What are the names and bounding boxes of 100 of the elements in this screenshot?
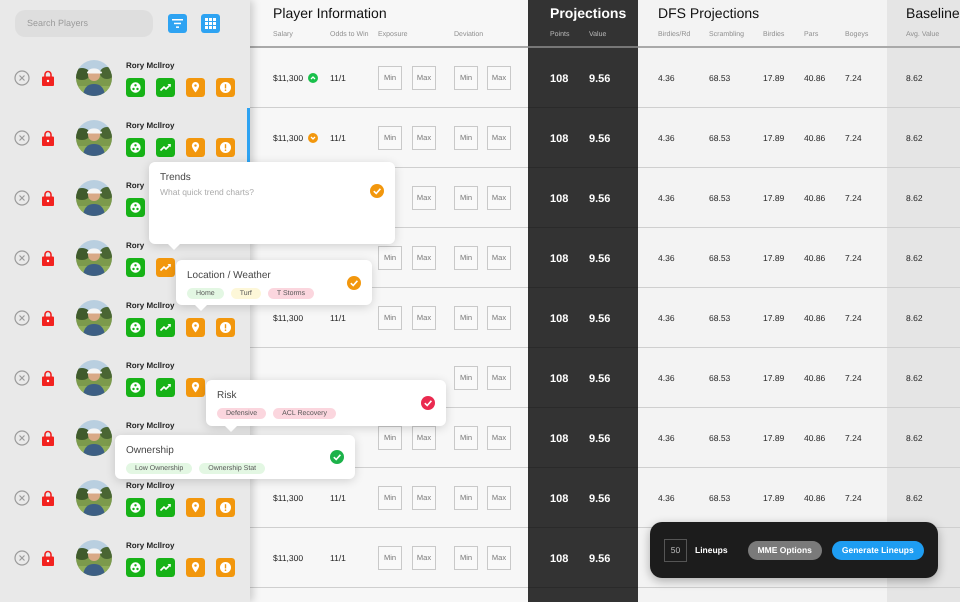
alert-icon[interactable] (216, 558, 235, 577)
lock-icon[interactable] (42, 250, 54, 266)
table-cell-text: 40.86 (804, 192, 826, 202)
remove-icon[interactable] (14, 250, 30, 266)
table-cell: 108 (550, 432, 568, 444)
table-cell: 9.56 (589, 312, 610, 324)
lock-icon[interactable] (42, 190, 54, 206)
remove-icon[interactable] (14, 550, 30, 566)
table-cell-text: 68.53 (709, 252, 732, 262)
table-cell-text: 40.86 (804, 432, 826, 442)
trend-icon[interactable] (156, 78, 175, 97)
trend-icon[interactable] (156, 258, 175, 277)
location-pin-icon[interactable] (186, 558, 205, 577)
people-icon[interactable] (126, 378, 145, 397)
table-cell: 9.56 (589, 192, 610, 204)
check-icon[interactable] (330, 450, 344, 464)
lock-icon[interactable] (42, 310, 54, 326)
popover-title: Ownership (126, 445, 175, 457)
lineup-count-field[interactable]: 50 (664, 538, 687, 562)
table-cell-text: 11/1 (330, 132, 347, 142)
table-cell: 108 (550, 492, 568, 504)
people-icon[interactable] (126, 138, 145, 157)
grid-view-button[interactable] (201, 14, 220, 32)
salary: $11,300 (273, 312, 304, 322)
section-title: Player Information (273, 5, 387, 21)
people-icon[interactable] (126, 498, 145, 517)
table-cell-text: 11/1 (330, 492, 347, 502)
alert-icon[interactable] (216, 498, 235, 517)
player-name: Rory Mcllroy (126, 421, 174, 431)
table-cell-text: 68.53 (709, 192, 732, 202)
remove-icon[interactable] (14, 130, 30, 146)
table-cell: 108 (550, 372, 568, 384)
table-cell-text: 4.36 (658, 252, 676, 262)
remove-icon[interactable] (14, 190, 30, 206)
lock-icon[interactable] (42, 430, 54, 446)
lock-icon[interactable] (42, 70, 54, 86)
search-field[interactable]: Search Players (15, 10, 153, 36)
table-cell-text: 17.89 (763, 492, 786, 502)
remove-icon[interactable] (14, 490, 30, 506)
table-cell-text: 4.36 (658, 132, 676, 142)
trend-icon[interactable] (156, 318, 175, 337)
filter-icon (172, 18, 183, 28)
table-cell: 9.56 (589, 132, 610, 144)
filter-button[interactable] (168, 14, 187, 32)
trend-icon[interactable] (156, 498, 175, 517)
table-cell: 108 (550, 552, 568, 564)
options-button[interactable]: MME Options (748, 540, 822, 560)
notes-field[interactable]: What quick trend charts? (160, 187, 360, 201)
lock-icon[interactable] (42, 130, 54, 146)
table-cell-text: 68.53 (709, 432, 732, 442)
table-cell-text: 7.24 (845, 192, 863, 202)
remove-icon[interactable] (14, 370, 30, 386)
section-title: DFS Projections (658, 5, 760, 21)
location-pin-icon[interactable] (186, 138, 205, 157)
salary: $11,300 (273, 552, 304, 562)
people-icon[interactable] (126, 318, 145, 337)
alert-icon[interactable] (216, 78, 235, 97)
trend-icon[interactable] (156, 138, 175, 157)
check-icon[interactable] (347, 276, 361, 290)
check-icon[interactable] (421, 396, 435, 410)
location-pin-icon[interactable] (186, 498, 205, 517)
table-cell-text: 40.86 (804, 372, 826, 382)
people-icon[interactable] (126, 558, 145, 577)
table-cell-text: 68.53 (709, 132, 732, 142)
people-icon[interactable] (126, 198, 145, 217)
table-cell-text: 4.36 (658, 72, 676, 82)
table-cell-text: 8.62 (906, 252, 924, 262)
people-icon[interactable] (126, 78, 145, 97)
table-cell-text: 4.36 (658, 432, 676, 442)
table-cell: 9.56 (589, 492, 610, 504)
section-title: Baseline (906, 5, 960, 21)
table-cell-text: 40.86 (804, 312, 826, 322)
table-cell-text: 68.53 (709, 372, 732, 382)
location-pin-icon[interactable] (186, 378, 205, 397)
table-cell-text: 7.24 (845, 492, 863, 502)
table-cell-text: 17.89 (763, 72, 786, 82)
lock-icon[interactable] (42, 370, 54, 386)
remove-icon[interactable] (14, 310, 30, 326)
people-icon[interactable] (126, 258, 145, 277)
remove-icon[interactable] (14, 430, 30, 446)
salary: $11,300 (273, 72, 304, 82)
table-cell-text: 8.62 (906, 132, 924, 142)
check-icon[interactable] (370, 184, 384, 198)
alert-icon[interactable] (216, 138, 235, 157)
table-cell-text: 7.24 (845, 132, 863, 142)
table-cell-text: 7.24 (845, 432, 863, 442)
location-pin-icon[interactable] (186, 78, 205, 97)
generate-button[interactable]: Generate Lineups (832, 540, 924, 560)
lock-icon[interactable] (42, 550, 54, 566)
location-pin-icon[interactable] (186, 318, 205, 337)
table-cell: 108 (550, 252, 568, 264)
remove-icon[interactable] (14, 70, 30, 86)
table-cell: 108 (550, 192, 568, 204)
trend-icon[interactable] (156, 378, 175, 397)
lock-icon[interactable] (42, 490, 54, 506)
table-cell-text: 7.24 (845, 72, 863, 82)
trend-icon[interactable] (156, 558, 175, 577)
alert-icon[interactable] (216, 318, 235, 337)
table-cell-text: 68.53 (709, 72, 732, 82)
player-name: Rory Mcllroy (126, 361, 174, 371)
